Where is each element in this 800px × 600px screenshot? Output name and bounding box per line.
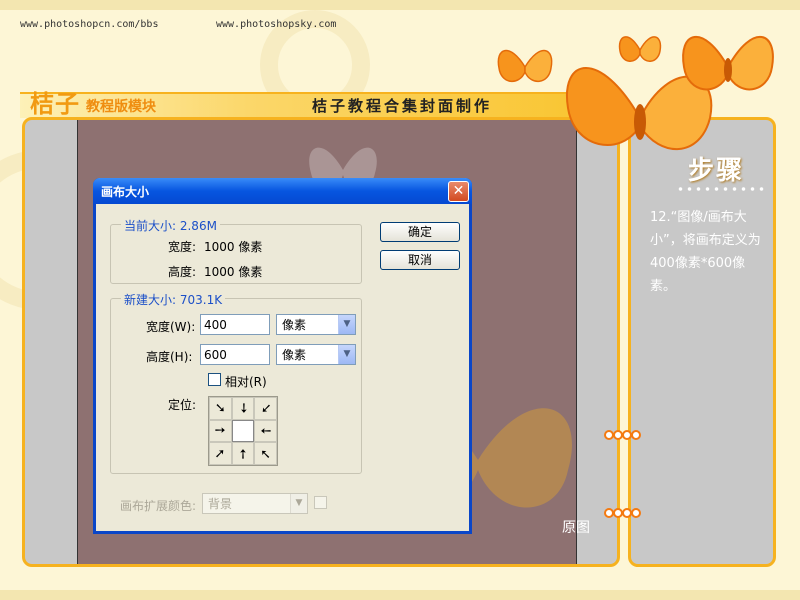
- extension-color-select[interactable]: 背景 ▼: [202, 493, 308, 514]
- url-right: www.photoshopsky.com: [216, 19, 337, 30]
- extension-color-swatch[interactable]: [314, 496, 327, 509]
- dialog-titlebar[interactable]: 画布大小 ✕: [93, 178, 472, 204]
- step-text: 12.“图像/画布大小”，将画布定义为400像素*600像素。: [650, 210, 761, 294]
- top-stripe: [0, 0, 800, 10]
- new-size-legend: 新建大小: 703.1K: [121, 291, 226, 308]
- anchor-bottom-left[interactable]: ➘: [209, 442, 232, 465]
- original-label: 原图: [562, 520, 590, 536]
- anchor-right[interactable]: ➘: [254, 419, 277, 443]
- extension-color-value: 背景: [208, 497, 233, 511]
- arrow-icon: ➘: [256, 421, 275, 441]
- height-unit-value: 像素: [282, 348, 307, 362]
- current-width-value: 1000 像素: [204, 240, 263, 254]
- arrow-icon: ➘: [233, 444, 253, 463]
- page-title: 桔子教程合集封面制作: [312, 97, 493, 115]
- arrow-icon: ➘: [211, 421, 230, 441]
- current-width-label: 宽度:: [168, 240, 197, 254]
- cancel-button[interactable]: 取消: [380, 250, 460, 270]
- arrow-icon: ➘: [258, 402, 274, 414]
- ok-button[interactable]: 确定: [380, 222, 460, 242]
- relative-label[interactable]: 相对(R): [225, 373, 267, 390]
- anchor-grid: ➘ ➘ ➘ ➘ ➘ ➘ ➘ ➘: [208, 396, 278, 466]
- anchor-left[interactable]: ➘: [209, 419, 232, 443]
- side-dots-divider: [676, 186, 766, 192]
- anchor-top[interactable]: ➘: [231, 397, 255, 420]
- butterfly-tiny-icon: [618, 36, 662, 62]
- logo-sub: 教程版模块: [86, 99, 156, 115]
- anchor-center[interactable]: [231, 419, 255, 443]
- canvas-size-dialog: 画布大小 ✕ 当前大小: 2.86M 宽度: 1000 像素 高度: 1000 …: [93, 178, 472, 534]
- width-unit-select[interactable]: 像素 ▼: [276, 314, 356, 335]
- current-size-legend: 当前大小: 2.86M: [121, 217, 220, 234]
- anchor-top-right[interactable]: ➘: [254, 397, 277, 420]
- chevron-down-icon[interactable]: ▼: [338, 345, 355, 364]
- anchor-bottom-right[interactable]: ➘: [254, 442, 277, 465]
- bottom-stripe: [0, 590, 800, 600]
- butterfly-right-icon: [682, 35, 774, 91]
- width-input[interactable]: 400: [200, 314, 270, 335]
- height-label: 高度(H):: [146, 350, 193, 364]
- extension-color-label: 画布扩展颜色:: [120, 499, 197, 513]
- arrow-icon: ➘: [233, 399, 253, 418]
- anchor-top-left[interactable]: ➘: [209, 397, 232, 420]
- butterfly-small-icon: [497, 49, 553, 82]
- relative-checkbox[interactable]: [208, 373, 221, 386]
- arrow-icon: ➘: [214, 400, 226, 416]
- height-input[interactable]: 600: [200, 344, 270, 365]
- dialog-title: 画布大小: [101, 185, 150, 199]
- width-label: 宽度(W):: [146, 320, 196, 334]
- anchor-bottom[interactable]: ➘: [231, 442, 255, 465]
- ring-connector-upper: [604, 430, 641, 440]
- current-height-label: 高度:: [168, 265, 197, 279]
- width-unit-value: 像素: [282, 318, 307, 332]
- url-left: www.photoshopcn.com/bbs: [20, 19, 159, 30]
- height-unit-select[interactable]: 像素 ▼: [276, 344, 356, 365]
- ring-connector-lower: [604, 508, 641, 518]
- chevron-down-icon[interactable]: ▼: [338, 315, 355, 334]
- current-height-value: 1000 像素: [204, 265, 263, 279]
- arrow-icon: ➘: [212, 448, 228, 460]
- anchor-label: 定位:: [168, 398, 197, 412]
- arrow-icon: ➘: [260, 446, 272, 462]
- close-button[interactable]: ✕: [448, 181, 469, 202]
- logo-main: 桔子: [30, 89, 80, 118]
- chevron-down-icon[interactable]: ▼: [290, 494, 307, 513]
